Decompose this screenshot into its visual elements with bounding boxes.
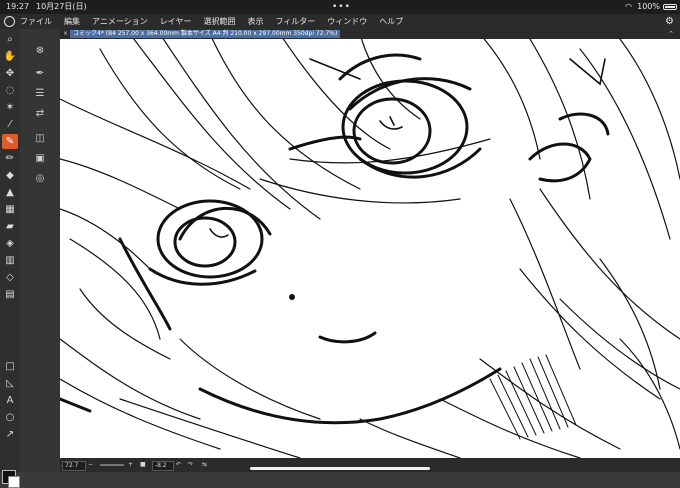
- chevron-up-icon[interactable]: ⌃: [668, 29, 674, 39]
- menu-view[interactable]: 表示: [247, 14, 263, 29]
- menu-edit[interactable]: 編集: [64, 14, 80, 29]
- ios-status-bar: 19:27 10月27日(日) ••• ◠ 100%: [0, 0, 680, 14]
- menu-selection[interactable]: 選択範囲: [203, 14, 235, 29]
- sub-tool-rail: ⊗ ✒ ☰ ⇄ ◫ ▣ ◎: [20, 29, 60, 472]
- menu-file[interactable]: ファイル: [20, 14, 52, 29]
- tool-palette: ⌕ ✋ ✥ ◌ ✶ ⁄ ✎ ✏ ◆ ▲ ▦ ▰ ◈ ▥ ◇ ▤ □ ◺ A ○ …: [0, 29, 21, 488]
- fill-icon[interactable]: ◈: [2, 236, 18, 251]
- selection-rect-icon[interactable]: □: [2, 359, 18, 374]
- text-icon[interactable]: A: [2, 393, 18, 408]
- flip-icon[interactable]: ⇆: [202, 458, 207, 472]
- status-date: 10月27日(日): [36, 2, 87, 11]
- canvas-tab-bar: × コミック4* (B4 257.00 x 364.00mm 製本サイズ A4 …: [60, 29, 680, 39]
- menu-layer[interactable]: レイヤー: [160, 14, 192, 29]
- airbrush-icon[interactable]: ▲: [2, 185, 18, 200]
- correction-icon[interactable]: ↗: [2, 427, 18, 442]
- sliders-icon[interactable]: ☰: [32, 86, 48, 102]
- fit-icon[interactable]: ■: [140, 458, 146, 472]
- menu-items: ファイル 編集 アニメーション レイヤー 選択範囲 表示 フィルター ウィンドウ…: [20, 14, 403, 29]
- zoom-slider[interactable]: [100, 464, 124, 466]
- navigator-icon[interactable]: ▣: [32, 151, 48, 167]
- decoration-icon[interactable]: ▦: [2, 202, 18, 217]
- eraser-icon[interactable]: ▰: [2, 219, 18, 234]
- sub-color-swatch[interactable]: [8, 476, 20, 488]
- battery-percent: 100%: [637, 2, 660, 11]
- zoom-icon[interactable]: ⌕: [2, 32, 18, 47]
- rotate-left-icon[interactable]: ↶: [176, 458, 181, 472]
- menu-filter[interactable]: フィルター: [275, 14, 315, 29]
- pen-nib-icon[interactable]: ✒: [32, 66, 48, 82]
- brush-icon[interactable]: ◆: [2, 168, 18, 183]
- pencil-icon[interactable]: ✏: [2, 151, 18, 166]
- balloon-icon[interactable]: ○: [2, 410, 18, 425]
- sketch-artwork: [60, 39, 680, 458]
- menu-help[interactable]: ヘルプ: [379, 14, 403, 29]
- menu-bar: ファイル 編集 アニメーション レイヤー 選択範囲 表示 フィルター ウィンドウ…: [0, 14, 680, 29]
- close-icon[interactable]: ×: [63, 29, 68, 39]
- wifi-icon: ◠: [625, 2, 632, 11]
- move-icon[interactable]: ✥: [2, 66, 18, 81]
- rotate-right-icon[interactable]: ↷: [188, 458, 193, 472]
- layers-icon[interactable]: ◫: [32, 131, 48, 147]
- frame-icon[interactable]: ▤: [2, 287, 18, 302]
- status-time: 19:27: [6, 2, 30, 11]
- zoom-field[interactable]: 72.7: [62, 461, 86, 471]
- magic-wand-icon[interactable]: ✶: [2, 100, 18, 115]
- transfer-icon[interactable]: ⇄: [32, 106, 48, 122]
- drawing-canvas[interactable]: [60, 39, 680, 458]
- compass-icon[interactable]: ⊗: [32, 43, 48, 59]
- app-logo-icon[interactable]: [4, 16, 15, 27]
- pen-icon[interactable]: ✎: [2, 134, 18, 149]
- eyedropper-icon[interactable]: ⁄: [2, 117, 18, 132]
- hand-icon[interactable]: ✋: [2, 49, 18, 64]
- zoom-out-icon[interactable]: −: [88, 458, 93, 472]
- settings-icon[interactable]: ⚙: [665, 14, 674, 29]
- stack-icon[interactable]: ◎: [32, 171, 48, 187]
- menu-window[interactable]: ウィンドウ: [327, 14, 367, 29]
- menu-animation[interactable]: アニメーション: [92, 14, 148, 29]
- multitasking-dots-icon[interactable]: •••: [332, 0, 351, 14]
- rotation-field[interactable]: -8.2: [152, 461, 174, 471]
- figure-icon[interactable]: ◇: [2, 270, 18, 285]
- lasso-icon[interactable]: ◌: [2, 83, 18, 98]
- home-indicator[interactable]: [250, 467, 430, 470]
- ruler-icon[interactable]: ◺: [2, 376, 18, 391]
- battery-icon: [663, 4, 677, 10]
- zoom-in-icon[interactable]: +: [128, 458, 133, 472]
- canvas-tab-title[interactable]: コミック4* (B4 257.00 x 364.00mm 製本サイズ A4 判 …: [70, 30, 341, 38]
- gradient-icon[interactable]: ▥: [2, 253, 18, 268]
